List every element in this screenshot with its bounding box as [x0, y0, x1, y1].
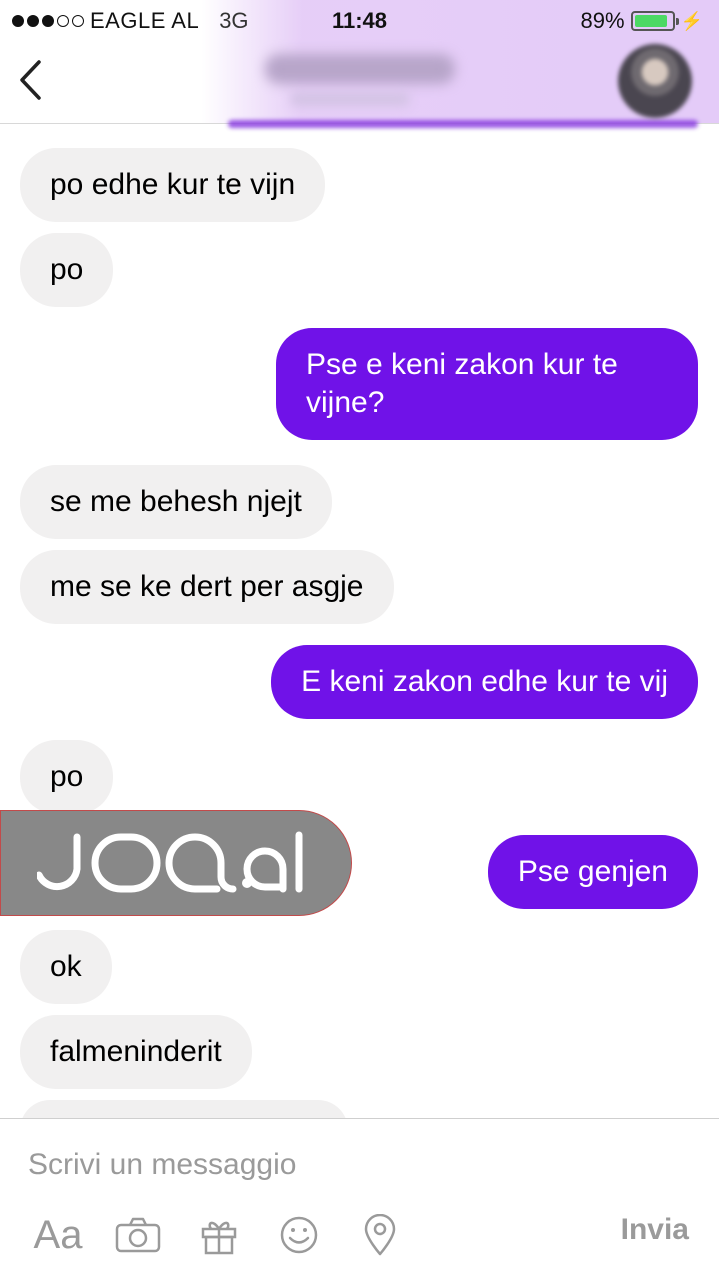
battery-icon	[630, 11, 679, 31]
composer-toolbar: Aa Invia	[0, 1205, 719, 1265]
location-pin-icon	[364, 1214, 396, 1256]
conversation-header	[0, 40, 719, 124]
charging-icon: ⚡	[680, 10, 703, 31]
contact-name[interactable]	[265, 54, 455, 84]
composer: Aa	[0, 1118, 719, 1280]
message-outgoing[interactable]: E keni zakon edhe kur te vij	[271, 645, 698, 719]
message-outgoing[interactable]: Pse genjen	[487, 835, 698, 909]
contact-avatar[interactable]	[618, 44, 692, 118]
camera-icon	[115, 1217, 161, 1253]
text-format-label: Aa	[33, 1212, 83, 1257]
back-button[interactable]	[10, 56, 50, 104]
gift-icon	[201, 1221, 237, 1255]
location-button[interactable]	[358, 1205, 402, 1265]
battery-percent: 89%	[580, 8, 625, 33]
watermark-logo	[0, 810, 352, 916]
message-incoming[interactable]: me se ke dert per asgje	[20, 550, 394, 624]
chevron-left-icon	[20, 60, 41, 100]
send-button[interactable]: Invia	[621, 1213, 689, 1247]
message-incoming[interactable]: po	[20, 233, 114, 307]
status-right: 89% ⚡	[581, 8, 703, 34]
text-format-button[interactable]: Aa	[28, 1205, 88, 1265]
contact-status	[290, 92, 410, 106]
message-outgoing[interactable]: Pse e keni zakon kur te vijne?	[276, 328, 698, 440]
message-incoming[interactable]: po	[20, 740, 114, 814]
message-incoming-partial[interactable]	[20, 1100, 348, 1118]
emoji-button[interactable]	[276, 1205, 322, 1265]
message-input[interactable]	[28, 1143, 688, 1187]
message-incoming[interactable]: falmeninderit	[20, 1015, 252, 1089]
battery-level	[634, 15, 667, 27]
gift-button[interactable]	[196, 1205, 242, 1265]
message-incoming[interactable]: ok	[20, 930, 112, 1004]
status-bar: EAGLE AL 3G 11:48 89% ⚡	[0, 0, 719, 40]
message-incoming[interactable]: po edhe kur te vijn	[20, 148, 326, 222]
message-incoming[interactable]: se me behesh njejt	[20, 465, 332, 539]
joq-logo	[37, 831, 303, 893]
smiley-icon	[280, 1216, 318, 1254]
message-thread[interactable]: po edhe kur te vijn po Pse e keni zakon …	[0, 124, 719, 1118]
camera-button[interactable]	[112, 1205, 164, 1265]
